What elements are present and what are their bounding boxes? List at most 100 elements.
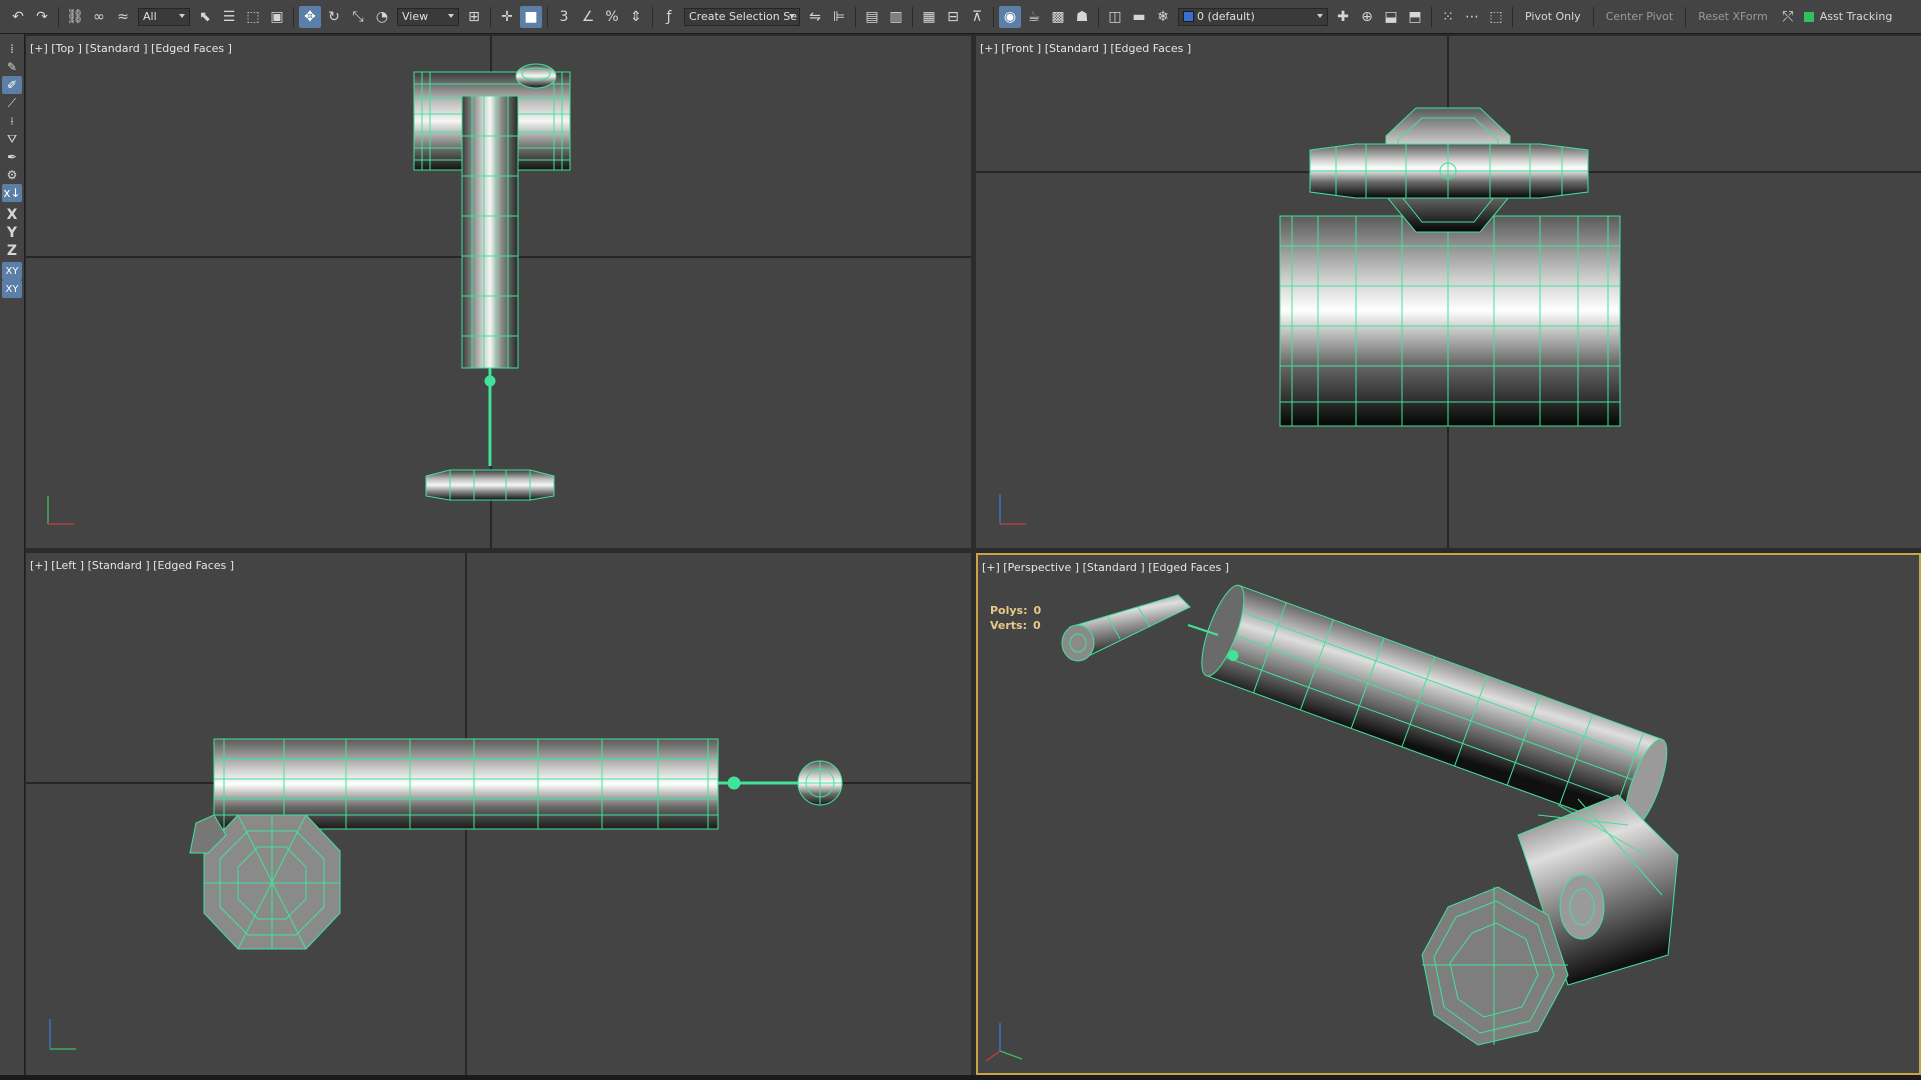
verts-value: 0 [1033,619,1041,632]
select-by-name-icon[interactable]: ☰ [218,6,240,28]
model-handle-front [1309,143,1589,199]
paint-select-icon[interactable]: ✐ [2,76,22,94]
grid-snap-icon[interactable]: ⁙ [1437,6,1459,28]
layer-explorer-icon[interactable]: ▥ [885,6,907,28]
layer-dropdown-value: 0 (default) [1197,10,1255,23]
xy-plane-alt-button[interactable]: XY [2,280,22,298]
axis-gizmo-front [999,494,1026,525]
graphite-tools-icon[interactable]: ⋯ [1461,6,1483,28]
curve-editor-icon[interactable]: ⊟ [942,6,964,28]
xform-options-icon[interactable]: ⤲ [1777,6,1799,28]
axis-gizmo-top [47,496,74,525]
set-current-layer-icon[interactable]: ⬒ [1404,6,1426,28]
select-objects-in-layer-icon[interactable]: ⬓ [1380,6,1402,28]
tape-icon[interactable]: ⟊ [2,112,22,130]
divider [1592,6,1594,27]
top-view-canvas [26,36,971,548]
create-new-layer-icon[interactable]: ✚ [1332,6,1354,28]
select-and-move-icon[interactable]: ✥ [299,5,321,28]
verts-stat: Verts: 0 [990,618,1041,633]
angle-snap-icon[interactable]: ∠ [577,6,599,28]
named-selection-dropdown[interactable]: Create Selection Se [684,7,800,26]
axis-constraint-icon[interactable]: x↓ [2,184,22,202]
measure-icon[interactable]: ⟋ [2,94,22,112]
center-pivot-button[interactable]: Center Pivot [1598,10,1682,23]
pen-icon[interactable]: ✒ [2,148,22,166]
pivot-point-center-icon[interactable]: ⊞ [463,6,485,28]
model-rod-left [718,760,843,806]
polys-value: 0 [1033,604,1042,617]
reference-coord-dropdown[interactable]: View [397,7,459,26]
render-production-icon[interactable]: ☗ [1071,6,1093,28]
select-and-place-icon[interactable]: ◔ [371,6,393,28]
viewport-left[interactable]: [+] [Left ] [Standard ] [Edged Faces ] [26,553,971,1075]
viewport-front[interactable]: [+] [Front ] [Standard ] [Edged Faces ] [976,36,1921,548]
bind-space-warp-icon[interactable]: ≈ [112,6,134,28]
select-object-icon[interactable]: ⬉ [194,6,216,28]
undo-icon[interactable]: ↶ [7,6,29,28]
viewport-perspective[interactable]: [+] [Perspective ] [Standard ] [Edged Fa… [976,553,1921,1075]
divider [490,6,491,27]
viewport-front-label[interactable]: [+] [Front ] [Standard ] [Edged Faces ] [980,42,1191,55]
vertex-paint-icon[interactable]: ⛛ [2,130,22,148]
asst-tracking-button[interactable]: Asst Tracking [1818,10,1901,23]
layer-color-swatch [1183,11,1194,22]
dotted-selection-icon[interactable]: ⬚ [1485,6,1507,28]
divider [1685,6,1687,27]
scene-explorer-icon[interactable]: ▤ [861,6,883,28]
z-axis-button[interactable]: Z [2,242,22,260]
layer-manager-icon[interactable]: ◫ [1104,6,1126,28]
viewport-top-label[interactable]: [+] [Top ] [Standard ] [Edged Faces ] [30,42,232,55]
y-axis-button[interactable]: Y [2,224,22,242]
select-manipulate-icon[interactable]: ✛ [496,6,518,28]
keyboard-shortcut-override-icon[interactable]: ■ [520,5,542,28]
snaps-toggle-icon[interactable]: 3 [553,6,575,28]
x-axis-button[interactable]: X [2,206,22,224]
divider [993,6,994,27]
rendered-frame-window-icon[interactable]: ▩ [1047,6,1069,28]
select-and-scale-icon[interactable]: ⤡ [347,6,369,28]
divider [1098,6,1099,27]
divider [58,6,59,27]
unlink-icon[interactable]: ∞ [88,6,110,28]
reset-xform-button[interactable]: Reset XForm [1690,10,1775,23]
material-editor-icon[interactable]: ◉ [999,5,1021,28]
xy-plane-button[interactable]: XY [2,262,22,280]
viewport-left-label[interactable]: [+] [Left ] [Standard ] [Edged Faces ] [30,559,234,572]
model-knob-top [515,63,557,89]
select-and-rotate-icon[interactable]: ↻ [323,6,345,28]
selection-filter-dropdown[interactable]: All [138,7,190,26]
named-selection-value: Create Selection Se [689,10,797,23]
divider [293,6,294,27]
left-command-strip: ⁞ ✎ ✐ ⟋ ⟊ ⛛ ✒ ⚙ x↓ X Y Z XY XY [0,34,25,1080]
link-icon[interactable]: ⛓ [64,6,86,28]
spinner-snap-icon[interactable]: ⇕ [625,6,647,28]
align-icon[interactable]: ⊫ [828,6,850,28]
viewport-top[interactable]: [+] [Top ] [Standard ] [Edged Faces ] [26,36,971,548]
layer-freeze-icon[interactable]: ❄ [1152,6,1174,28]
edit-named-selection-icon[interactable]: ƒ [658,6,680,28]
render-setup-icon[interactable]: ☕ [1023,6,1045,28]
layer-dropdown[interactable]: 0 (default) [1178,7,1328,26]
selection-tool-icon[interactable]: ⁞ [2,40,22,58]
schematic-view-icon[interactable]: ⊼ [966,6,988,28]
brush-icon[interactable]: ✎ [2,58,22,76]
window-crossing-icon[interactable]: ▣ [266,6,288,28]
asst-tracking-indicator-icon [1803,11,1814,22]
mirror-icon[interactable]: ⇋ [804,6,826,28]
pivot-only-button[interactable]: Pivot Only [1517,10,1589,23]
axis-gizmo-left [49,1019,76,1050]
percent-snap-icon[interactable]: % [601,6,623,28]
snap-settings-icon[interactable]: ⚙ [2,166,22,184]
divider [547,6,548,27]
divider [1431,6,1432,27]
add-selection-to-layer-icon[interactable]: ⊕ [1356,6,1378,28]
rect-selection-region-icon[interactable]: ⬚ [242,6,264,28]
ribbon-toggle-icon[interactable]: ▦ [918,6,940,28]
layer-visibility-icon[interactable]: ▬ [1128,6,1150,28]
model-valve-left [189,814,341,950]
viewport-perspective-label[interactable]: [+] [Perspective ] [Standard ] [Edged Fa… [982,561,1229,574]
axis-gizmo-perspective [985,1023,1023,1062]
front-view-canvas [976,36,1921,548]
redo-icon[interactable]: ↷ [31,6,53,28]
